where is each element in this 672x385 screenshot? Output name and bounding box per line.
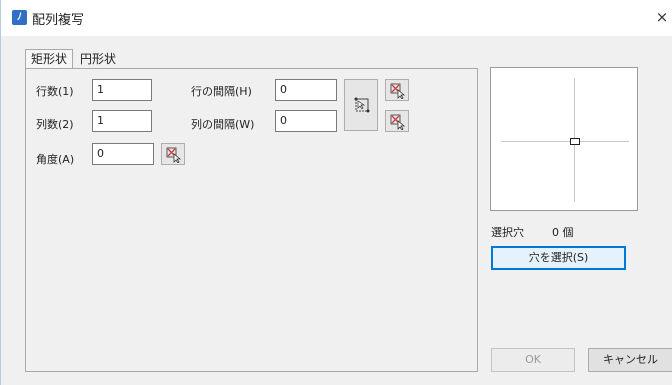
dialog-title: 配列複写 bbox=[32, 13, 85, 28]
ok-button[interactable]: OK bbox=[491, 348, 575, 372]
angle-pick-button[interactable] bbox=[161, 143, 185, 165]
cols-field[interactable]: 1 bbox=[92, 110, 152, 132]
col-spacing-field[interactable]: 0 bbox=[275, 110, 337, 132]
pick-both-icon bbox=[354, 97, 370, 113]
title-bar: ﾉ 配列複写 × bbox=[1, 0, 672, 36]
selected-holes-label: 選択穴 bbox=[491, 226, 524, 239]
selected-holes-count: 0 個 bbox=[552, 226, 574, 239]
row-spacing-pick-button[interactable] bbox=[385, 79, 409, 101]
preview-canvas bbox=[490, 67, 638, 211]
angle-label: 角度(A) bbox=[36, 153, 75, 166]
rows-label: 行数(1) bbox=[36, 85, 74, 98]
pick-point-icon bbox=[166, 147, 182, 163]
rows-field[interactable]: 1 bbox=[92, 79, 152, 101]
row-spacing-label: 行の間隔(H) bbox=[191, 85, 252, 98]
tab-rectangular[interactable]: 矩形状 bbox=[25, 49, 73, 69]
pick-point-icon bbox=[390, 114, 406, 130]
cols-label: 列数(2) bbox=[36, 118, 74, 131]
angle-field[interactable]: 0 bbox=[92, 143, 154, 165]
close-button[interactable]: × bbox=[653, 7, 671, 27]
col-spacing-label: 列の間隔(W) bbox=[191, 118, 255, 131]
col-spacing-pick-button[interactable] bbox=[385, 110, 409, 132]
select-holes-button[interactable]: 穴を選択(S) bbox=[491, 246, 626, 270]
tab-circular[interactable]: 円形状 bbox=[76, 50, 120, 70]
spacing-pick-both-button[interactable] bbox=[344, 79, 378, 131]
app-logo-icon: ﾉ bbox=[12, 10, 27, 25]
array-copy-dialog: ﾉ 配列複写 × 矩形状 円形状 行数(1) 1 列数(2) 1 角度(A) 0… bbox=[0, 0, 672, 385]
pick-point-icon bbox=[390, 83, 406, 99]
preview-crosshair-horizontal bbox=[501, 141, 629, 142]
cancel-button[interactable]: キャンセル bbox=[588, 348, 672, 372]
row-spacing-field[interactable]: 0 bbox=[275, 79, 337, 101]
preview-hole-marker bbox=[570, 138, 580, 145]
